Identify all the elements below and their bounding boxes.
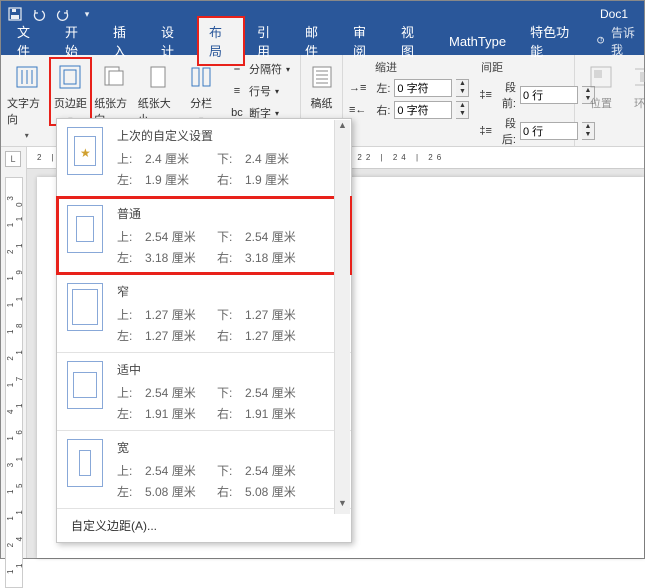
margin-preset-item[interactable]: 普通上:2.54 厘米下:2.54 厘米左:3.18 厘米右:3.18 厘米	[57, 197, 351, 274]
tab-mathtype[interactable]: MathType	[437, 28, 518, 55]
columns-button[interactable]: 分栏▾	[181, 59, 221, 124]
qat-customize-icon[interactable]: ▾	[79, 6, 95, 22]
text-direction-button[interactable]: 文字方向▾	[7, 59, 47, 140]
margin-preset-item[interactable]: 适中上:2.54 厘米下:2.54 厘米左:1.91 厘米右:1.91 厘米	[57, 353, 351, 430]
margin-preset-title: 普通	[117, 205, 341, 222]
indent-right-input[interactable]	[394, 101, 452, 119]
ruler-corner: L	[5, 151, 21, 167]
spacing-after-input[interactable]	[520, 122, 578, 140]
margin-preset-title: 宽	[117, 439, 341, 456]
save-icon[interactable]	[7, 6, 23, 22]
margin-preset-item[interactable]: 宽上:2.54 厘米下:2.54 厘米左:5.08 厘米右:5.08 厘米	[57, 431, 351, 508]
line-numbers-button[interactable]: ≡行号▾	[225, 81, 294, 101]
margin-preset-icon	[67, 439, 103, 487]
spacing-before-input[interactable]	[520, 86, 578, 104]
margins-dropdown: ★上次的自定义设置上:2.4 厘米下:2.4 厘米左:1.9 厘米右:1.9 厘…	[56, 118, 352, 543]
spacing-after-icon: ‡≡	[479, 125, 492, 137]
indent-left-input[interactable]	[394, 79, 452, 97]
margin-preset-item[interactable]: ★上次的自定义设置上:2.4 厘米下:2.4 厘米左:1.9 厘米右:1.9 厘…	[57, 119, 351, 196]
wrap-button[interactable]: 环绕	[625, 59, 645, 111]
scroll-up-icon[interactable]: ▲	[335, 120, 350, 136]
margin-preset-icon: ★	[67, 127, 103, 175]
tell-me-search[interactable]: 告诉我	[596, 24, 644, 58]
margin-preset-icon	[67, 205, 103, 253]
scroll-down-icon[interactable]: ▼	[335, 498, 350, 514]
indent-right-icon: ≡←	[349, 104, 366, 116]
document-title: Doc1	[600, 7, 638, 21]
margin-preset-title: 上次的自定义设置	[117, 127, 341, 144]
undo-icon[interactable]	[31, 6, 47, 22]
vertical-ruler[interactable]: 1 2 1 1 3 1 4 1 2 1 1 1 2 1 3 1 4 1 5 1 …	[5, 177, 23, 588]
margins-button[interactable]: 页边距▾	[51, 59, 91, 124]
spacing-section-label: 间距	[481, 59, 503, 75]
margin-preset-title: 适中	[117, 361, 341, 378]
margin-preset-icon	[67, 361, 103, 409]
margin-preset-item[interactable]: 窄上:1.27 厘米下:1.27 厘米左:1.27 厘米右:1.27 厘米	[57, 275, 351, 352]
margin-preset-icon	[67, 283, 103, 331]
indent-left-icon: →≡	[349, 82, 366, 94]
custom-margins-menuitem[interactable]: 自定义边距(A)...	[57, 509, 351, 542]
indent-left-spinner[interactable]: ▲▼	[456, 79, 469, 97]
position-button[interactable]: 位置	[581, 59, 621, 111]
spacing-before-icon: ‡≡	[479, 89, 492, 101]
margin-preset-title: 窄	[117, 283, 341, 300]
breaks-button[interactable]: ⎯分隔符▾	[225, 59, 294, 79]
indent-section-label: 缩进	[375, 59, 397, 75]
indent-right-spinner[interactable]: ▲▼	[456, 101, 469, 119]
dropdown-scrollbar[interactable]: ▲ ▼	[334, 120, 350, 514]
redo-icon[interactable]	[55, 6, 71, 22]
